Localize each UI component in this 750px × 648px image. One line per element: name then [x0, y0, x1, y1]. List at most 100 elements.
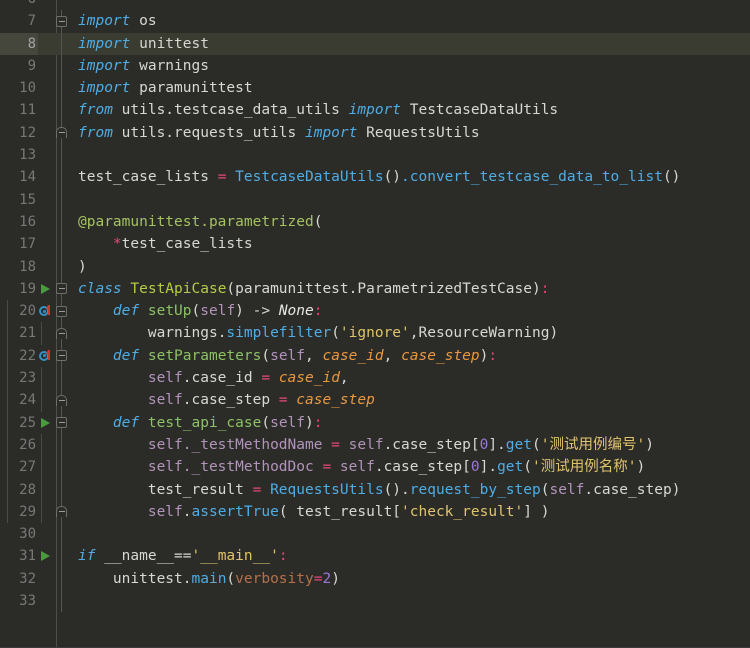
code-line[interactable]: 30 — [0, 523, 750, 546]
override-method-icon[interactable] — [39, 349, 51, 362]
code-line[interactable]: 24 self.case_step = case_step — [0, 389, 750, 412]
code-line[interactable]: 14 test_case_lists = TestcaseDataUtils().… — [0, 166, 750, 189]
fold-region-end-icon[interactable] — [56, 394, 67, 406]
fold-gutter[interactable] — [54, 545, 72, 568]
fold-gutter[interactable] — [54, 10, 72, 33]
fold-gutter[interactable] — [54, 0, 72, 10]
code-text[interactable]: def setParameters(self, case_id, case_st… — [6, 344, 750, 368]
code-line[interactable]: 18) — [0, 255, 750, 278]
run-marker-gutter[interactable] — [38, 77, 54, 99]
code-text[interactable]: test_result = RequestsUtils().request_by… — [6, 478, 750, 501]
fold-gutter[interactable] — [54, 99, 72, 122]
run-marker-gutter[interactable] — [38, 144, 54, 166]
fold-gutter[interactable] — [54, 210, 72, 234]
run-marker-gutter[interactable] — [38, 10, 54, 32]
code-line[interactable]: 13 — [0, 144, 750, 167]
fold-gutter[interactable] — [54, 188, 72, 211]
fold-gutter[interactable] — [54, 500, 72, 524]
fold-gutter[interactable] — [54, 300, 72, 323]
code-text[interactable]: self.assertTrue( test_result['check_resu… — [6, 500, 750, 524]
fold-collapse-icon[interactable] — [56, 417, 67, 429]
run-marker-gutter[interactable] — [38, 412, 54, 434]
code-text[interactable]: import paramunittest — [72, 77, 750, 99]
run-marker-gutter[interactable] — [38, 99, 54, 121]
run-marker-gutter[interactable] — [38, 233, 54, 255]
code-line[interactable]: 15 — [0, 188, 750, 211]
code-text[interactable]: self._testMethodDoc = self.case_step[0].… — [6, 456, 750, 479]
fold-region-end-icon[interactable] — [56, 506, 67, 518]
code-line[interactable]: 9 import warnings — [0, 54, 750, 78]
code-text[interactable]: from utils.requests_utils import Request… — [72, 122, 750, 144]
code-line[interactable]: 11 from utils.testcase_data_utils import … — [0, 99, 750, 122]
fold-gutter[interactable] — [54, 456, 72, 479]
fold-gutter[interactable] — [54, 478, 72, 501]
fold-gutter[interactable] — [54, 255, 72, 278]
code-line[interactable]: 6 — [0, 0, 750, 10]
fold-gutter[interactable] — [54, 567, 72, 591]
code-line[interactable]: 25 def test_api_case(self): — [0, 411, 750, 434]
override-method-icon[interactable] — [39, 305, 51, 317]
code-text[interactable]: ) — [72, 256, 750, 278]
fold-gutter[interactable] — [54, 433, 72, 457]
code-line[interactable]: 12 from utils.requests_utils import Reque… — [0, 121, 750, 145]
code-line[interactable]: 32 unittest.main(verbosity=2) — [0, 567, 750, 591]
run-marker-gutter[interactable] — [38, 166, 54, 188]
code-text[interactable]: test_case_lists = TestcaseDataUtils().co… — [72, 166, 750, 188]
run-marker-gutter[interactable] — [38, 568, 54, 590]
fold-gutter[interactable] — [54, 367, 72, 390]
run-marker-gutter[interactable] — [38, 300, 54, 322]
fold-gutter[interactable] — [54, 322, 72, 345]
run-marker-gutter[interactable] — [38, 256, 54, 278]
run-marker-gutter[interactable] — [38, 211, 54, 233]
fold-gutter[interactable] — [54, 389, 72, 412]
code-text[interactable]: def setUp(self) -> None: — [6, 300, 750, 323]
fold-gutter[interactable] — [54, 523, 72, 546]
fold-gutter[interactable] — [54, 590, 72, 613]
run-triangle-icon[interactable] — [41, 283, 50, 294]
run-marker-gutter[interactable] — [38, 345, 54, 367]
fold-gutter[interactable] — [54, 54, 72, 78]
code-text[interactable]: if __name__=='__main__': — [72, 545, 750, 567]
code-line[interactable]: 28 test_result = RequestsUtils().request… — [0, 478, 750, 501]
code-line[interactable]: 17 *test_case_lists — [0, 233, 750, 256]
code-text[interactable]: import os — [72, 10, 750, 32]
fold-gutter[interactable] — [54, 166, 72, 189]
code-line[interactable]: 19 class TestApiCase(paramunittest.Parame… — [0, 277, 750, 301]
code-line[interactable]: 16 @paramunittest.parametrized( — [0, 210, 750, 234]
code-text[interactable]: def test_api_case(self): — [6, 411, 750, 434]
run-marker-gutter[interactable] — [38, 590, 54, 612]
code-text[interactable]: self.case_step = case_step — [6, 389, 750, 412]
code-text[interactable]: unittest.main(verbosity=2) — [72, 568, 750, 590]
fold-gutter[interactable] — [54, 121, 72, 145]
code-text[interactable]: self.case_id = case_id, — [6, 367, 750, 390]
code-line[interactable]: 7 import os — [0, 10, 750, 33]
code-text[interactable]: self._testMethodName = self.case_step[0]… — [6, 433, 750, 457]
fold-gutter[interactable] — [54, 277, 72, 301]
fold-region-end-icon[interactable] — [56, 127, 67, 139]
code-line[interactable]: 21 warnings.simplefilter('ignore',Resour… — [0, 322, 750, 345]
code-line[interactable]: 20 def setUp(self) -> None: — [0, 300, 750, 323]
run-triangle-icon[interactable] — [41, 551, 50, 562]
run-marker-gutter[interactable] — [38, 189, 54, 211]
fold-gutter[interactable] — [54, 144, 72, 167]
run-marker-gutter[interactable] — [38, 0, 54, 10]
run-marker-gutter[interactable] — [38, 545, 54, 567]
fold-collapse-icon[interactable] — [56, 283, 67, 295]
run-marker-gutter[interactable] — [38, 122, 54, 144]
code-line[interactable]: 27 self._testMethodDoc = self.case_step[… — [0, 456, 750, 479]
code-line[interactable]: 33 — [0, 590, 750, 613]
code-line[interactable]: 29 self.assertTrue( test_result['check_r… — [0, 500, 750, 524]
code-line[interactable]: 26 self._testMethodName = self.case_step… — [0, 433, 750, 457]
run-triangle-icon[interactable] — [41, 417, 50, 428]
code-editor[interactable]: 6 7 import os 8 import unittest 9 import warni… — [0, 0, 750, 648]
fold-gutter[interactable] — [54, 77, 72, 100]
code-text[interactable]: @paramunittest.parametrized( — [72, 211, 750, 233]
fold-collapse-icon[interactable] — [56, 350, 67, 362]
code-line[interactable]: 10 import paramunittest — [0, 77, 750, 100]
fold-gutter[interactable] — [54, 32, 72, 55]
code-text[interactable]: warnings.simplefilter('ignore',ResourceW… — [6, 322, 750, 345]
run-marker-gutter[interactable] — [38, 33, 54, 55]
fold-collapse-icon[interactable] — [56, 305, 67, 317]
code-text[interactable]: import unittest — [72, 33, 750, 55]
code-line[interactable]: 8 import unittest — [0, 32, 750, 55]
